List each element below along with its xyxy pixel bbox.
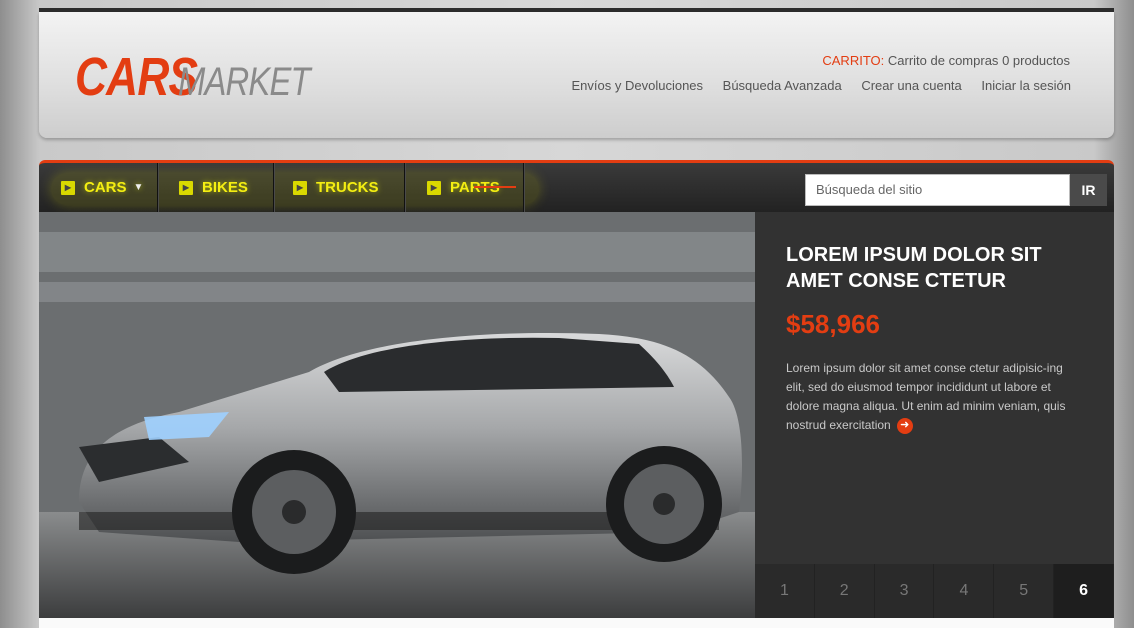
nav-divider (157, 163, 158, 212)
pager-item-5[interactable]: 5 (994, 564, 1055, 618)
logo-market-text: MARKET (178, 60, 311, 104)
play-icon: ▶ (293, 180, 307, 195)
pager-item-4[interactable]: 4 (934, 564, 995, 618)
nav-label-trucks: TRUCKS (316, 179, 379, 196)
nav-label-bikes: BIKES (202, 179, 248, 196)
pager-item-6[interactable]: 6 (1054, 564, 1114, 618)
car-illustration (39, 212, 755, 618)
main-nav: ▶ CARS ▼ ▶ BIKES ▶ TRUCKS ▶ PARTS Búsque… (39, 160, 1114, 212)
site-search-input[interactable]: Búsqueda del sitio (805, 174, 1070, 206)
nav-divider (273, 163, 274, 212)
slide-pager: 1 2 3 4 5 6 (755, 564, 1114, 618)
link-advanced-search[interactable]: Búsqueda Avanzada (723, 78, 842, 93)
strike-mark (474, 186, 516, 188)
nav-label-cars: CARS (84, 179, 127, 196)
cart-label: CARRITO: (822, 53, 885, 68)
search-go-button[interactable]: IR (1070, 174, 1107, 206)
link-shipping-returns[interactable]: Envíos y Devoluciones (572, 78, 704, 93)
nav-item-bikes[interactable]: ▶ BIKES (179, 163, 248, 212)
hero-image (39, 212, 755, 618)
top-links: Envíos y Devoluciones Búsqueda Avanzada … (556, 78, 1071, 93)
nav-divider (404, 163, 405, 212)
chevron-down-icon: ▼ (133, 182, 144, 193)
content-area-top (39, 618, 1114, 628)
site-logo[interactable]: CARS MARKET (75, 46, 311, 108)
hero-description: Lorem ipsum dolor sit amet conse ctetur … (786, 359, 1076, 435)
hero-price: $58,966 (786, 309, 880, 339)
play-icon: ▶ (427, 180, 441, 195)
play-icon: ▶ (61, 180, 75, 195)
arrow-right-icon[interactable]: ➜ (896, 417, 913, 434)
hero-info-panel: LOREM IPSUM DOLOR SIT AMET CONSE CTETUR … (755, 212, 1114, 618)
site-header: CARS MARKET CARRITO: Carrito de compras … (39, 12, 1114, 138)
hero-description-text: Lorem ipsum dolor sit amet conse ctetur … (786, 361, 1066, 432)
nav-item-cars[interactable]: ▶ CARS ▼ (61, 163, 143, 212)
nav-item-trucks[interactable]: ▶ TRUCKS (293, 163, 379, 212)
nav-divider (523, 163, 524, 212)
cart-text: Carrito de compras (887, 53, 999, 68)
link-sign-in[interactable]: Iniciar la sesión (981, 78, 1071, 93)
hero-title: LOREM IPSUM DOLOR SIT AMET CONSE CTETUR (786, 244, 1042, 292)
pager-item-2[interactable]: 2 (814, 564, 875, 618)
play-icon: ▶ (179, 180, 193, 195)
pager-item-3[interactable]: 3 (874, 564, 935, 618)
cart-count: 0 productos (1002, 53, 1070, 68)
link-create-account[interactable]: Crear una cuenta (861, 78, 961, 93)
cart-summary[interactable]: CARRITO: Carrito de compras 0 productos (822, 53, 1070, 68)
pager-item-1[interactable]: 1 (755, 564, 815, 618)
